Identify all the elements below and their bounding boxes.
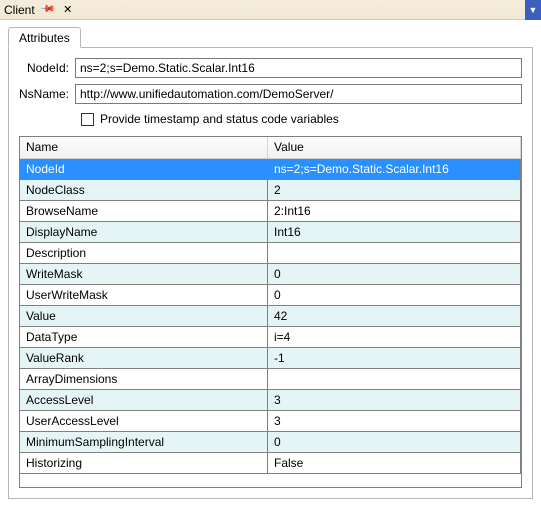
table-row[interactable]: Value42 [20,306,521,327]
pin-icon[interactable]: 📌 [39,1,56,18]
panel-title: Client [4,3,35,17]
table-row[interactable]: HistorizingFalse [20,453,521,474]
attributes-table: Name Value NodeIdns=2;s=Demo.Static.Scal… [19,136,522,488]
nodeid-input[interactable] [75,58,522,78]
cell-name: NodeClass [20,180,268,200]
nsname-label: NsName: [19,87,75,101]
cell-value: Int16 [268,222,521,242]
cell-value: 3 [268,390,521,410]
cell-name: DataType [20,327,268,347]
cell-name: AccessLevel [20,390,268,410]
cell-name: UserAccessLevel [20,411,268,431]
cell-name: NodeId [20,159,268,179]
cell-name: Description [20,243,268,263]
cell-value: ns=2;s=Demo.Static.Scalar.Int16 [268,159,521,179]
nodeid-row: NodeId: [19,58,522,78]
table-row[interactable]: ArrayDimensions [20,369,521,390]
titlebar: Client 📌 ✕ ▼ [0,0,541,20]
cell-name: ArrayDimensions [20,369,268,389]
cell-value: False [268,453,521,473]
cell-name: DisplayName [20,222,268,242]
table-row[interactable]: UserAccessLevel3 [20,411,521,432]
cell-name: ValueRank [20,348,268,368]
table-row[interactable]: AccessLevel3 [20,390,521,411]
cell-value: 0 [268,432,521,452]
table-row[interactable]: WriteMask0 [20,264,521,285]
table-body: NodeIdns=2;s=Demo.Static.Scalar.Int16Nod… [20,159,521,487]
table-row[interactable]: MinimumSamplingInterval0 [20,432,521,453]
cell-value: 0 [268,285,521,305]
timestamp-check-row: Provide timestamp and status code variab… [81,112,522,126]
table-row[interactable]: BrowseName2:Int16 [20,201,521,222]
cell-value [268,369,521,389]
table-row[interactable]: DisplayNameInt16 [20,222,521,243]
cell-value: i=4 [268,327,521,347]
table-row[interactable]: DataTypei=4 [20,327,521,348]
content-area: Attributes NodeId: NsName: Provide times… [0,20,541,507]
cell-value: 42 [268,306,521,326]
cell-value: 2:Int16 [268,201,521,221]
cell-value: 0 [268,264,521,284]
nodeid-label: NodeId: [19,61,75,75]
table-row[interactable]: NodeIdns=2;s=Demo.Static.Scalar.Int16 [20,159,521,180]
tab-attributes[interactable]: Attributes [8,27,81,48]
table-row[interactable]: ValueRank-1 [20,348,521,369]
cell-value: 2 [268,180,521,200]
cell-name: UserWriteMask [20,285,268,305]
nsname-row: NsName: [19,84,522,104]
table-row[interactable]: NodeClass2 [20,180,521,201]
table-row[interactable]: Description [20,243,521,264]
close-icon[interactable]: ✕ [63,3,72,16]
table-row[interactable]: UserWriteMask0 [20,285,521,306]
tab-strip: Attributes [8,26,533,48]
cell-name: Value [20,306,268,326]
table-header: Name Value [20,137,521,159]
nsname-input[interactable] [75,84,522,104]
attributes-panel: NodeId: NsName: Provide timestamp and st… [8,47,533,499]
header-value[interactable]: Value [268,137,521,158]
timestamp-checkbox[interactable] [81,113,94,126]
cell-name: WriteMask [20,264,268,284]
timestamp-check-label: Provide timestamp and status code variab… [100,112,339,126]
cell-name: BrowseName [20,201,268,221]
cell-name: Historizing [20,453,268,473]
header-name[interactable]: Name [20,137,268,158]
cell-value [268,243,521,263]
client-panel: Client 📌 ✕ ▼ Attributes NodeId: NsName: … [0,0,541,507]
panel-menu-dropdown[interactable]: ▼ [525,0,541,20]
cell-value: 3 [268,411,521,431]
cell-name: MinimumSamplingInterval [20,432,268,452]
cell-value: -1 [268,348,521,368]
